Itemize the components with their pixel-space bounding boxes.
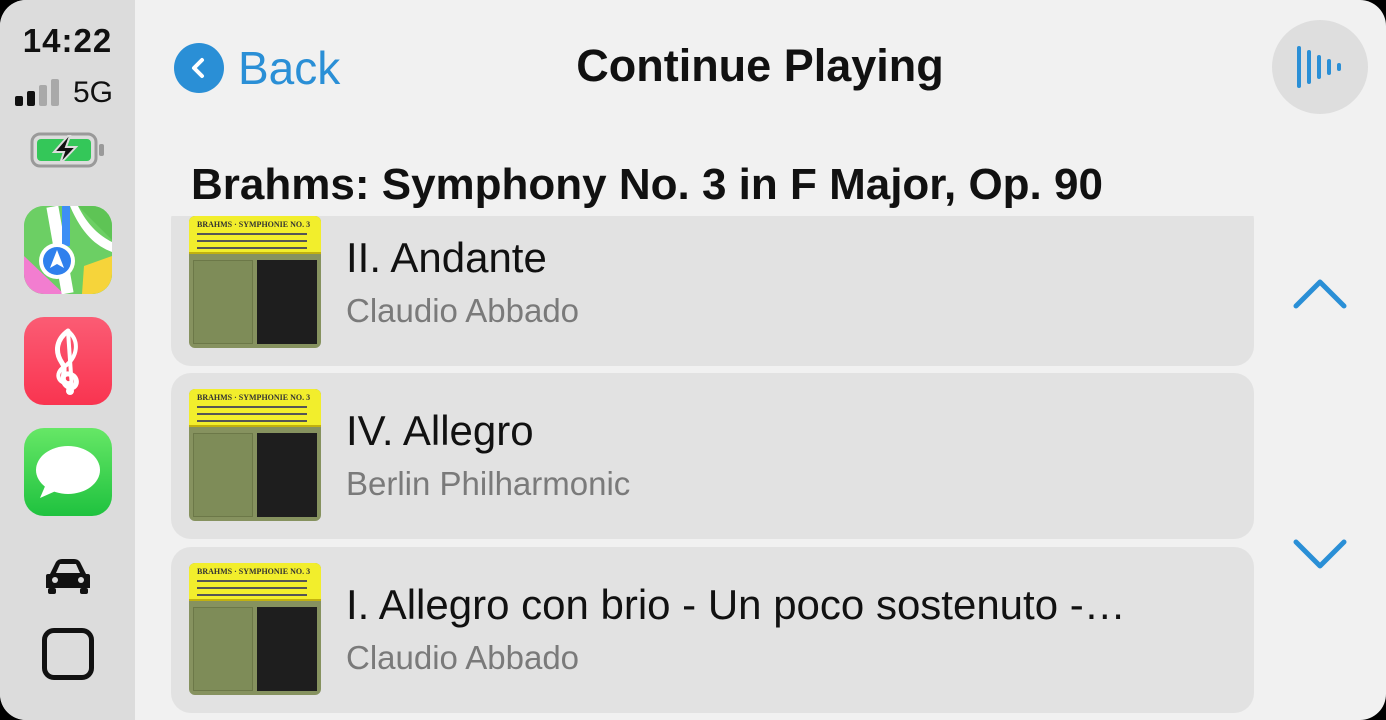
clock: 14:22 xyxy=(22,22,113,59)
page-title: Continue Playing xyxy=(576,40,944,91)
battery-charging-icon xyxy=(30,132,104,168)
siri-waveform-icon xyxy=(1297,46,1341,88)
network-type: 5G xyxy=(73,76,114,109)
maps-app-icon[interactable] xyxy=(24,206,112,294)
signal-strength-icon xyxy=(15,79,59,106)
album-art-label: BRAHMS · SYMPHONIE NO. 3 xyxy=(197,393,311,402)
chevron-left-icon xyxy=(174,43,224,93)
track-row[interactable]: BRAHMS · SYMPHONIE NO. 3 IV. Allegro Ber… xyxy=(171,373,1254,539)
back-button[interactable]: Back xyxy=(174,42,340,94)
chevron-down-icon[interactable] xyxy=(1290,534,1350,574)
track-artist: Berlin Philharmonic xyxy=(346,465,631,502)
dock: 14:22 5G xyxy=(0,0,135,720)
album-art: BRAHMS · SYMPHONIE NO. 3 xyxy=(189,563,321,695)
chevron-up-icon[interactable] xyxy=(1290,274,1350,314)
home-square-icon[interactable] xyxy=(42,628,94,680)
track-title: I. Allegro con brio - Un poco sostenuto … xyxy=(346,581,1126,628)
siri-button[interactable] xyxy=(1272,20,1368,114)
back-label: Back xyxy=(238,42,341,94)
album-art-label: BRAHMS · SYMPHONIE NO. 3 xyxy=(197,567,311,576)
album-title: Brahms: Symphony No. 3 in F Major, Op. 9… xyxy=(191,160,1103,209)
music-app-icon[interactable] xyxy=(24,317,112,405)
album-art-label: BRAHMS · SYMPHONIE NO. 3 xyxy=(197,220,311,229)
album-art: BRAHMS · SYMPHONIE NO. 3 xyxy=(189,216,321,348)
album-art: BRAHMS · SYMPHONIE NO. 3 xyxy=(189,389,321,521)
track-row[interactable]: BRAHMS · SYMPHONIE NO. 3 II. Andante Cla… xyxy=(171,216,1254,366)
track-title: II. Andante xyxy=(346,234,547,281)
track-title: IV. Allegro xyxy=(346,407,534,454)
messages-app-icon[interactable] xyxy=(24,428,112,516)
track-row[interactable]: BRAHMS · SYMPHONIE NO. 3 I. Allegro con … xyxy=(171,547,1254,713)
carplay-screen: 14:22 5G Back Continue Playing Brahms: S… xyxy=(0,0,1386,720)
car-icon[interactable] xyxy=(44,556,92,596)
track-artist: Claudio Abbado xyxy=(346,639,580,676)
track-artist: Claudio Abbado xyxy=(346,292,580,329)
track-list[interactable]: BRAHMS · SYMPHONIE NO. 3 II. Andante Cla… xyxy=(171,216,1254,720)
